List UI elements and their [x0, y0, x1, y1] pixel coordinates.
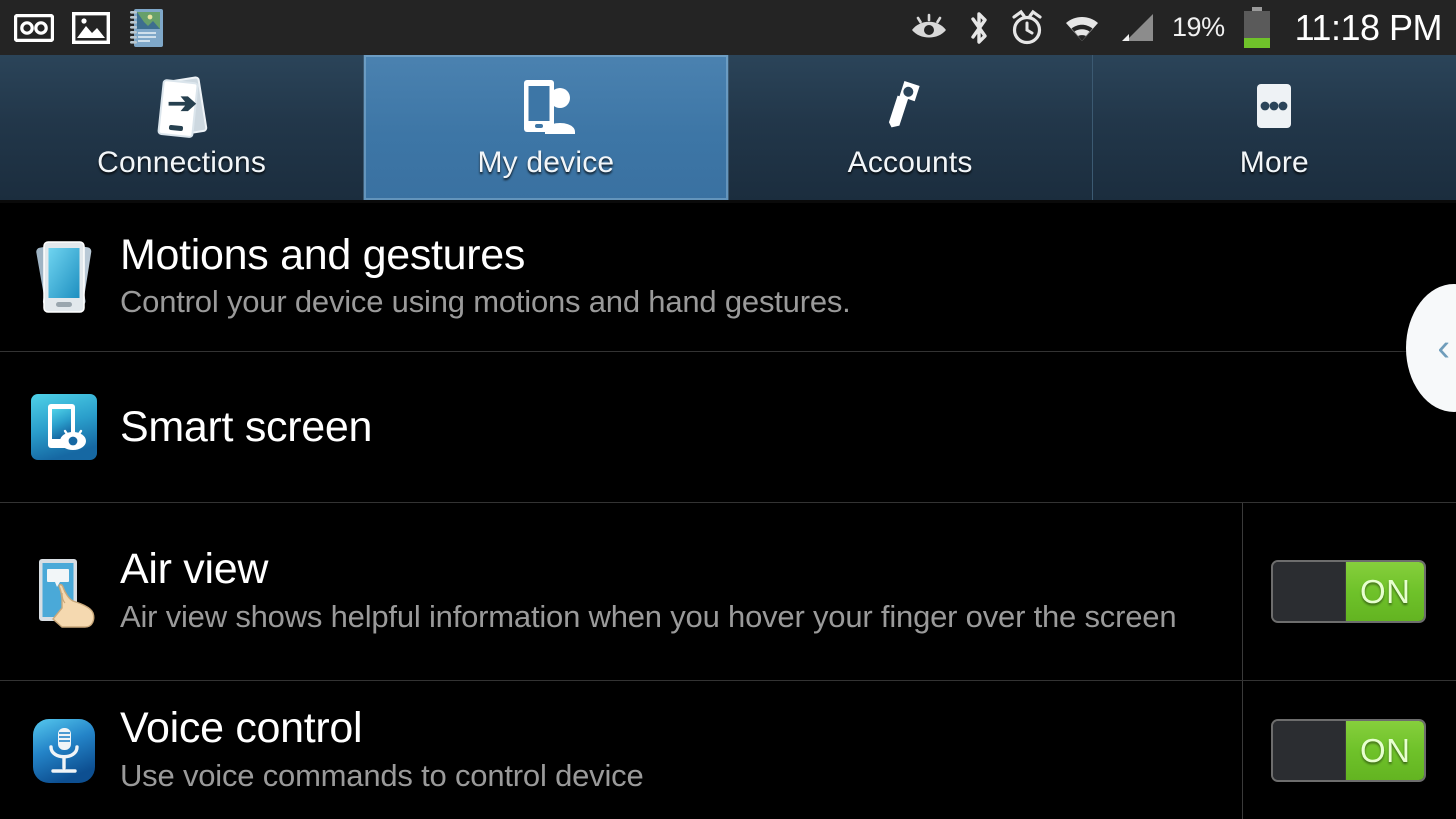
- toggle-label: ON: [1359, 731, 1411, 769]
- list-item-title: Air view: [120, 545, 269, 594]
- chevron-left-icon: ‹: [1437, 327, 1450, 369]
- tab-connections[interactable]: Connections: [0, 55, 363, 200]
- cell-signal-icon: [1118, 12, 1156, 44]
- smart-screen-icon: [22, 392, 106, 462]
- accounts-key-icon: [873, 76, 947, 142]
- tab-label: My device: [477, 145, 615, 179]
- tab-label: Accounts: [847, 145, 973, 179]
- connections-icon: [145, 76, 219, 142]
- toggle-track: [1273, 562, 1346, 621]
- toggle-thumb: ON: [1345, 721, 1424, 780]
- list-item-title: Smart screen: [120, 402, 373, 451]
- settings-tab-bar: Connections My device Accounts More: [0, 55, 1456, 203]
- list-item-text: Smart screen: [106, 402, 1456, 451]
- list-item-smart-screen[interactable]: Smart screen: [0, 352, 1456, 503]
- tab-label: Connections: [97, 145, 267, 179]
- my-device-icon: [509, 76, 583, 142]
- image-icon: [72, 11, 110, 44]
- air-view-toggle[interactable]: ON: [1271, 560, 1426, 623]
- bluetooth-icon: [966, 9, 992, 47]
- list-item-text: Voice control Use voice commands to cont…: [106, 705, 1236, 795]
- clock-label: 11:18 PM: [1294, 6, 1443, 48]
- list-item-subtitle: Control your device using motions and ha…: [120, 284, 851, 320]
- list-item-text: Motions and gestures Control your device…: [106, 230, 1456, 322]
- voice-control-toggle[interactable]: ON: [1271, 719, 1426, 782]
- more-dots-icon: [1237, 76, 1311, 142]
- phone-screen: 19% 11:18 PM Connections My device Accou…: [0, 0, 1456, 819]
- tab-accounts[interactable]: Accounts: [727, 55, 1092, 200]
- air-view-icon: [22, 553, 106, 631]
- voicemail-icon: [14, 13, 54, 42]
- tab-label: More: [1239, 145, 1309, 179]
- battery-percent-label: 19%: [1172, 12, 1225, 42]
- list-item-subtitle: Use voice commands to control device: [120, 757, 644, 793]
- smart-stay-eye-icon: [908, 13, 950, 43]
- edge-panel-handle[interactable]: ‹: [1406, 284, 1456, 412]
- notebook-icon: [128, 8, 164, 48]
- tab-my-device[interactable]: My device: [363, 55, 728, 200]
- toggle-track: [1273, 721, 1346, 780]
- list-item-control: ON: [1242, 503, 1456, 680]
- list-item-title: Motions and gestures: [120, 230, 526, 279]
- list-item-title: Voice control: [120, 704, 363, 753]
- status-bar: 19% 11:18 PM: [0, 0, 1456, 55]
- tab-more[interactable]: More: [1091, 55, 1456, 200]
- list-item-motions-and-gestures[interactable]: Motions and gestures Control your device…: [0, 203, 1456, 352]
- toggle-thumb: ON: [1345, 562, 1424, 621]
- wifi-icon: [1062, 12, 1102, 44]
- list-item-subtitle: Air view shows helpful information when …: [120, 598, 1177, 634]
- voice-control-icon: [22, 716, 106, 786]
- motions-gestures-icon: [22, 238, 106, 316]
- list-item-control: ON: [1242, 681, 1456, 819]
- list-item-text: Air view Air view shows helpful informat…: [106, 546, 1236, 636]
- battery-icon: [1241, 6, 1273, 49]
- alarm-icon: [1008, 9, 1046, 47]
- settings-list: Motions and gestures Control your device…: [0, 203, 1456, 819]
- status-bar-notifications: [14, 8, 164, 48]
- list-item-air-view[interactable]: Air view Air view shows helpful informat…: [0, 503, 1456, 681]
- toggle-label: ON: [1359, 572, 1411, 610]
- status-bar-system-icons: 19% 11:18 PM: [908, 6, 1443, 49]
- list-item-voice-control[interactable]: Voice control Use voice commands to cont…: [0, 681, 1456, 819]
